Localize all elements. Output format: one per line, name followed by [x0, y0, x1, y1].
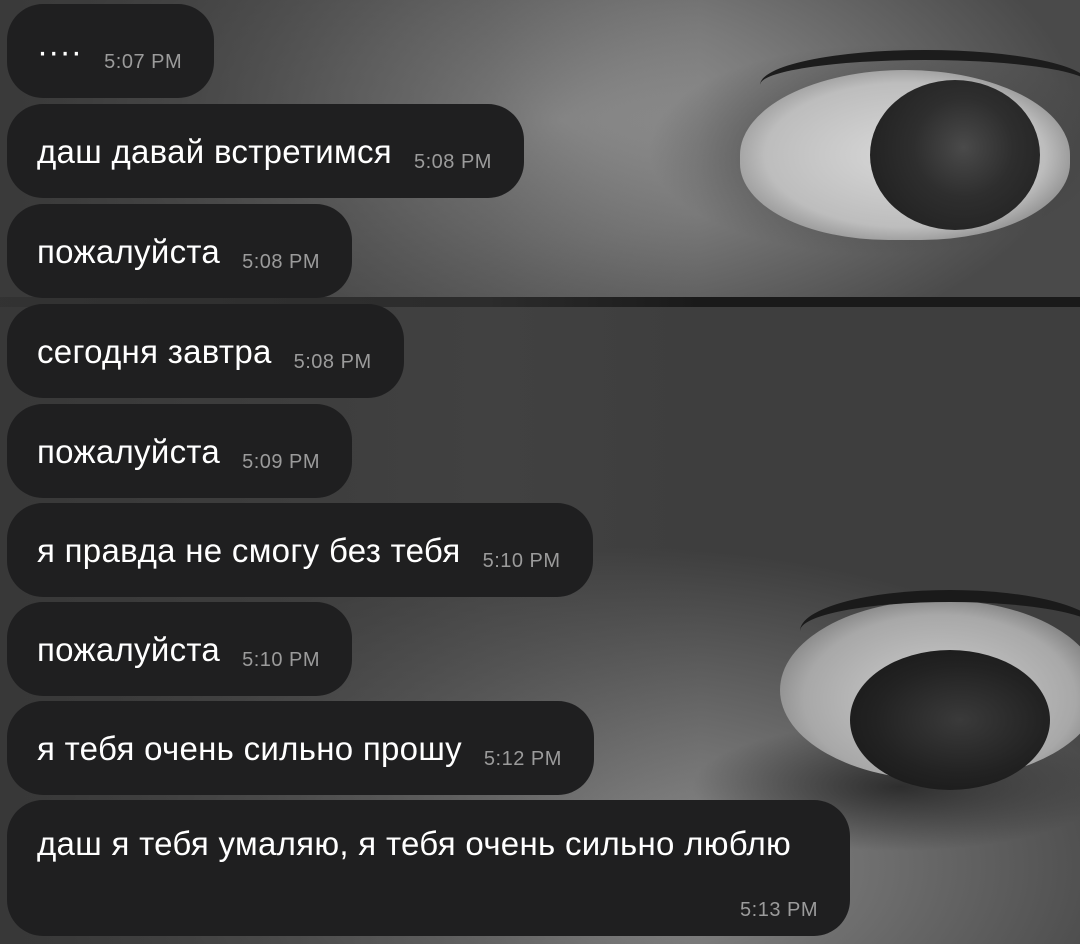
message-text: даш давай встретимся	[37, 132, 392, 170]
message-text: сегодня завтра	[37, 332, 272, 370]
message-time: 5:10 PM	[242, 649, 321, 671]
message-time: 5:08 PM	[242, 251, 321, 273]
message-text: даш я тебя умаляю, я тебя очень сильно л…	[37, 825, 792, 862]
chat-screen: ···· 5:07 PM даш давай встретимся 5:08 P…	[0, 0, 1080, 944]
message-text: пожалуйста	[37, 232, 221, 270]
message-list: ···· 5:07 PM даш давай встретимся 5:08 P…	[0, 0, 1080, 944]
message-text: ····	[37, 32, 83, 70]
message-time: 5:08 PM	[293, 351, 372, 373]
message-time: 5:12 PM	[483, 748, 562, 770]
message-bubble[interactable]: сегодня завтра 5:08 PM	[7, 304, 404, 398]
message-text: пожалуйста	[37, 630, 221, 668]
message-bubble[interactable]: пожалуйста 5:10 PM	[7, 602, 353, 696]
message-bubble[interactable]: даш я тебя умаляю, я тебя очень сильно л…	[7, 800, 850, 936]
message-time: 5:13 PM	[740, 899, 818, 921]
message-time: 5:10 PM	[482, 550, 561, 572]
message-bubble[interactable]: я правда не смогу без тебя 5:10 PM	[7, 503, 593, 597]
message-bubble[interactable]: я тебя очень сильно прошу 5:12 PM	[7, 701, 594, 795]
message-text: я тебя очень сильно прошу	[37, 729, 462, 767]
message-bubble[interactable]: пожалуйста 5:09 PM	[7, 404, 353, 498]
message-bubble[interactable]: даш давай встретимся 5:08 PM	[7, 104, 524, 198]
message-bubble[interactable]: ···· 5:07 PM	[7, 4, 215, 98]
message-time: 5:07 PM	[104, 51, 183, 73]
message-time: 5:09 PM	[242, 451, 321, 473]
message-text: пожалуйста	[37, 432, 221, 470]
message-time: 5:08 PM	[413, 151, 492, 173]
message-text: я правда не смогу без тебя	[37, 531, 461, 569]
message-bubble[interactable]: пожалуйста 5:08 PM	[7, 204, 353, 298]
